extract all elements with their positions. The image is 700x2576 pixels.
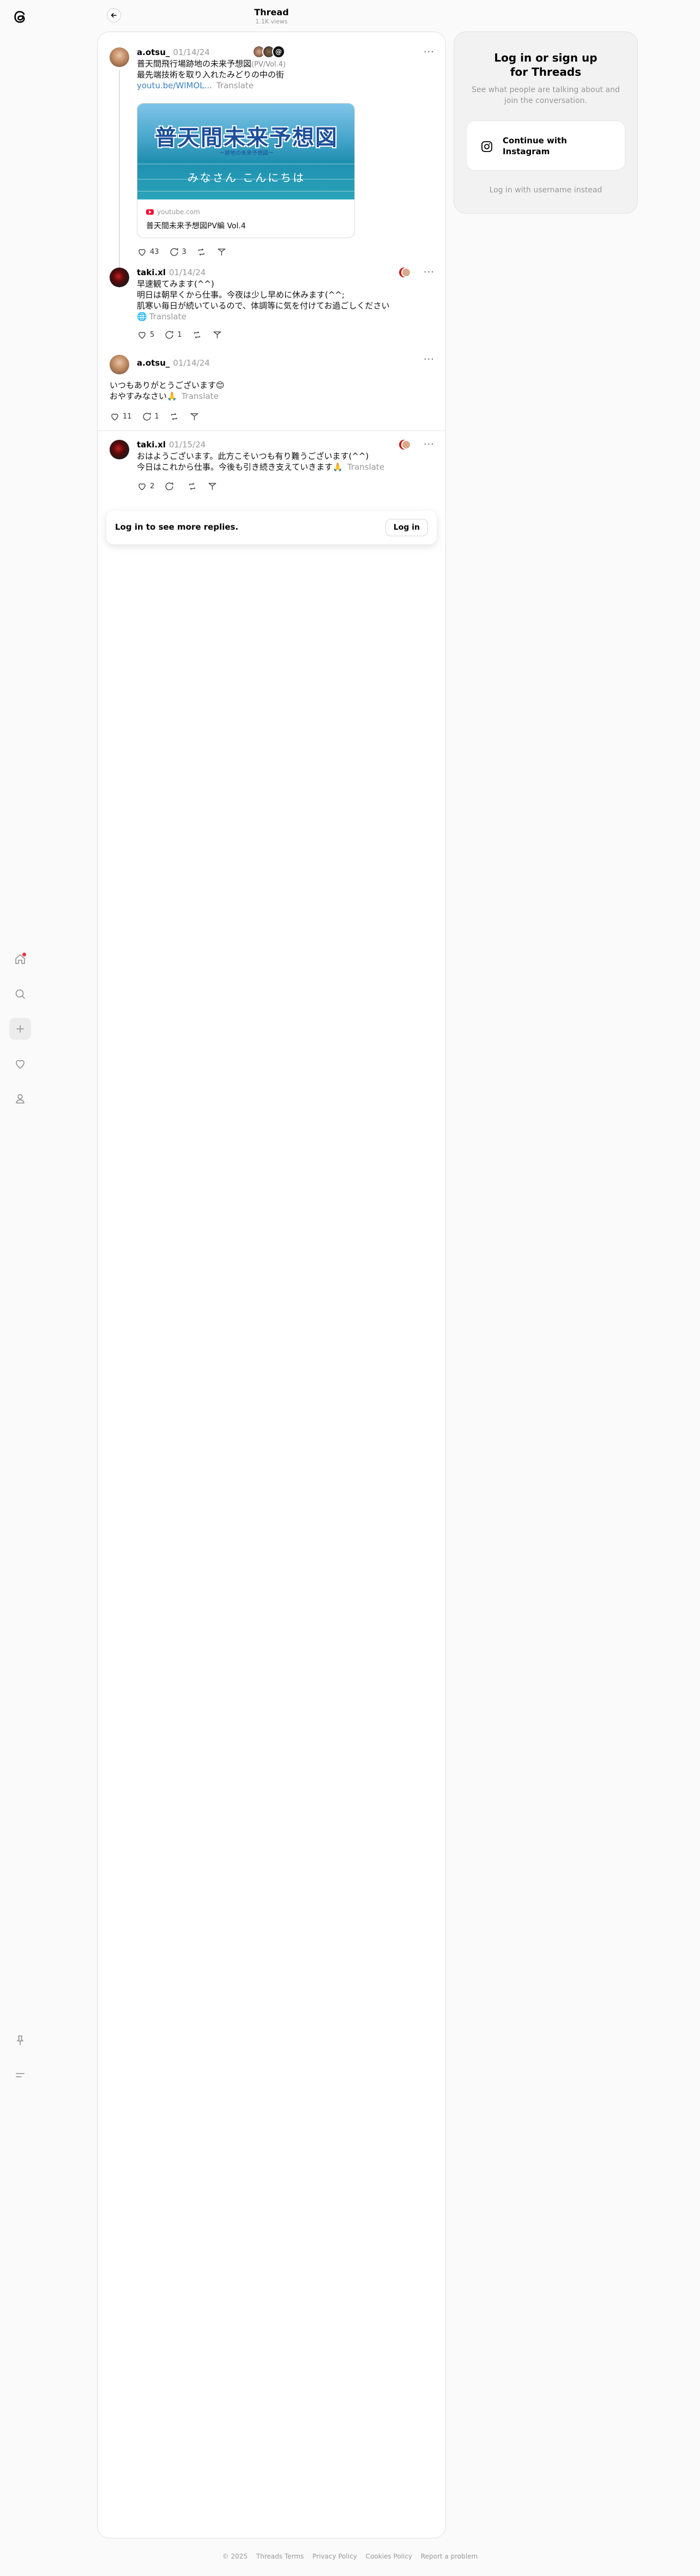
login-button[interactable]: Log in	[385, 519, 428, 536]
like-button[interactable]: 11	[110, 411, 132, 422]
youtube-icon	[146, 209, 154, 215]
facepile: @	[252, 45, 285, 58]
footer-link-cookies[interactable]: Cookies Policy	[366, 2553, 412, 2560]
share-button[interactable]	[189, 411, 200, 422]
preview-caption: 普天間未来予想図PV編 Vol.4	[146, 222, 246, 231]
more-options-icon[interactable]: ···	[424, 46, 435, 58]
continue-with-instagram-label: Continue with Instagram	[503, 136, 567, 156]
avatar[interactable]	[110, 47, 129, 67]
login-with-username-link[interactable]: Log in with username instead	[454, 186, 637, 195]
continue-with-instagram-button[interactable]: Continue with Instagram	[466, 120, 625, 171]
footer-link-privacy[interactable]: Privacy Policy	[312, 2553, 357, 2560]
login-card-subtitle: See what people are talking about and jo…	[472, 86, 620, 105]
share-button[interactable]	[207, 481, 218, 492]
reply-button[interactable]: 1	[164, 330, 182, 340]
reply-button[interactable]	[164, 481, 177, 492]
share-button[interactable]	[216, 247, 227, 257]
post-author[interactable]: a.otsu_ 01/14/24	[137, 47, 210, 57]
like-button[interactable]: 5	[137, 330, 154, 340]
post-link[interactable]: youtu.be/WlMOL...	[137, 81, 212, 90]
more-options-icon[interactable]: ···	[424, 354, 435, 365]
post-author[interactable]: a.otsu_ 01/14/24	[137, 358, 210, 368]
repost-button[interactable]	[169, 411, 179, 422]
login-prompt-bar: Log in to see more replies. Log in	[106, 511, 437, 544]
menu-icon[interactable]	[9, 2064, 31, 2086]
reply-button[interactable]: 3	[169, 247, 186, 257]
translate-link[interactable]: Translate	[182, 391, 219, 401]
link-preview[interactable]: 普天間未来予想図 ー跡地の未来予想図ー みなさん こんにちは youtube.c…	[137, 103, 355, 238]
post-date: 01/14/24	[173, 358, 210, 368]
post-link-row: youtu.be/WlMOL... Translate	[137, 80, 254, 91]
repost-button[interactable]	[187, 481, 197, 492]
preview-image: 普天間未来予想図 ー跡地の未来予想図ー みなさん こんにちは	[137, 104, 354, 199]
avatar[interactable]	[110, 355, 129, 374]
login-prompt-text: Log in to see more replies.	[115, 522, 239, 532]
pin-icon[interactable]	[9, 2029, 31, 2051]
footer-link-terms[interactable]: Threads Terms	[256, 2553, 304, 2560]
login-card-title: Log in or sign up for Threads	[494, 51, 598, 78]
instagram-icon	[481, 141, 492, 152]
post-author[interactable]: taki.xl 01/14/24	[137, 268, 206, 277]
preview-title: 普天間未来予想図	[155, 125, 338, 150]
footer: © 2025 Threads Terms Privacy Policy Cook…	[0, 2553, 700, 2560]
post-date: 01/14/24	[168, 268, 206, 277]
preview-source: youtube.com	[146, 208, 200, 216]
reply-avatars	[399, 440, 415, 452]
post-text: 最先端技術を取り入れたみどりの中の街	[137, 70, 285, 80]
post-date: 01/15/24	[168, 440, 206, 450]
reply-button[interactable]: 1	[142, 411, 159, 422]
sidebar	[0, 0, 40, 2576]
post-text: おはようございます。此方こそいつも有り難うございます(^^) 今日はこれから仕事。…	[137, 451, 385, 472]
login-card: Log in or sign up for Threads See what p…	[454, 32, 638, 214]
top-bar: Thread 1.1K views	[98, 0, 445, 31]
profile-icon[interactable]	[9, 1088, 31, 1110]
post-actions: 43 3	[137, 247, 227, 257]
post-date: 01/14/24	[173, 47, 210, 57]
like-button[interactable]: 2	[137, 481, 154, 492]
avatar[interactable]	[110, 440, 129, 459]
repost-button[interactable]	[192, 330, 202, 340]
page-title: Thread	[254, 7, 289, 17]
view-count: 1.1K views	[255, 18, 288, 25]
preview-greeting: みなさん こんにちは	[187, 171, 306, 184]
heart-icon[interactable]	[9, 1053, 31, 1075]
reply-avatars	[399, 268, 415, 280]
post-text: 早速観てみます(^^) 明日は朝早くから仕事。今夜は少し早めに休みます(^^; 肌寒…	[137, 279, 390, 322]
translate-link[interactable]: Translate	[149, 312, 186, 322]
plus-icon[interactable]	[9, 1018, 31, 1040]
more-options-icon[interactable]: ···	[424, 266, 435, 278]
post-actions: 2	[137, 481, 218, 492]
repost-button[interactable]	[196, 247, 207, 257]
translate-link[interactable]: Translate	[216, 81, 254, 90]
search-icon[interactable]	[9, 983, 31, 1005]
more-options-icon[interactable]: ···	[424, 439, 435, 450]
notification-dot	[22, 953, 26, 956]
thread-line	[119, 70, 120, 288]
home-icon[interactable]	[9, 948, 31, 970]
avatar[interactable]	[110, 268, 129, 287]
footer-link-report[interactable]: Report a problem	[421, 2553, 478, 2560]
copyright: © 2025	[222, 2553, 248, 2560]
threads-logo[interactable]	[11, 8, 29, 26]
share-button[interactable]	[212, 330, 222, 340]
post-text: いつもありがとうございます😊 おやすみなさい🙏 Translate	[110, 380, 225, 401]
thread-card: a.otsu_ 01/14/24 @ ··· 普天間飛行場跡地の未来予想図(PV/…	[97, 32, 446, 2538]
post-text: 普天間飛行場跡地の未来予想図(PV/Vol.4)	[137, 59, 286, 69]
translate-link[interactable]: Translate	[347, 462, 384, 472]
post-author[interactable]: taki.xl 01/15/24	[137, 440, 206, 450]
preview-subtitle: ー跡地の未来予想図ー	[219, 150, 274, 156]
post-actions: 11 1	[110, 411, 200, 422]
like-button[interactable]: 43	[137, 247, 159, 257]
post-actions: 5 1	[137, 330, 222, 340]
